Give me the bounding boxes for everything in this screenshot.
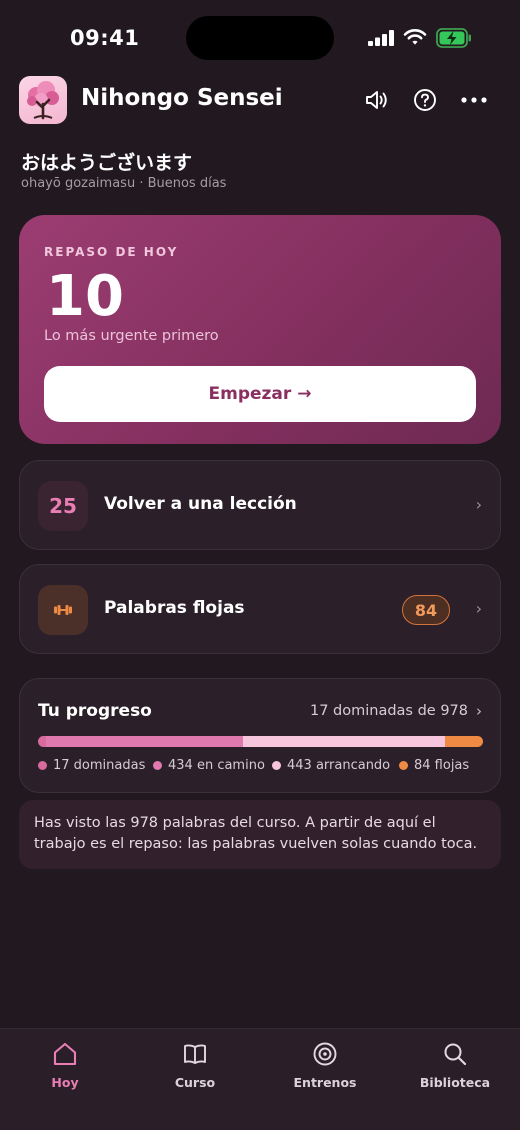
legend-mastered: 17 dominadas xyxy=(38,758,145,773)
help-icon xyxy=(414,89,436,111)
speaker-icon xyxy=(366,91,387,109)
dynamic-island xyxy=(186,16,334,60)
greeting-reading: ohayō gozaimasu · Buenos días xyxy=(21,176,227,191)
app-title: Nihongo Sensei xyxy=(81,85,283,111)
course-complete-note: Has visto las 978 palabras del curso. A … xyxy=(19,800,501,869)
progress-segment-starting xyxy=(243,736,445,747)
more-dots-icon xyxy=(461,97,487,103)
legend-in-progress: 434 en camino xyxy=(153,758,265,773)
legend-weak: 84 flojas xyxy=(399,758,469,773)
status-bar: 09:41 xyxy=(0,0,520,76)
progress-bar xyxy=(38,736,483,747)
chevron-right-icon: › xyxy=(475,599,482,618)
tab-curso[interactable]: Curso xyxy=(140,1041,250,1097)
tab-entrenos[interactable]: Entrenos xyxy=(270,1041,380,1097)
cherry-blossom-tree-icon xyxy=(27,81,59,120)
start-review-button[interactable]: Empezar → xyxy=(44,366,476,422)
greeting-japanese: おはようございます xyxy=(21,152,193,174)
book-icon xyxy=(184,1044,206,1064)
progress-segment-weak xyxy=(444,736,483,747)
legend-dot xyxy=(399,761,408,770)
legend-label: 434 en camino xyxy=(168,758,265,773)
chevron-right-icon: › xyxy=(476,702,482,720)
legend-starting: 443 arrancando xyxy=(272,758,390,773)
wifi-icon xyxy=(403,29,427,45)
legend-label: 443 arrancando xyxy=(287,758,391,773)
progress-title: Tu progreso xyxy=(38,701,152,721)
tab-label: Curso xyxy=(174,1075,216,1090)
review-subtitle: Lo más urgente primero xyxy=(44,328,219,344)
review-count: 10 xyxy=(46,264,124,329)
more-button[interactable] xyxy=(460,86,488,114)
review-card: REPASO DE HOY 10 Lo más urgente primero … xyxy=(19,215,501,444)
tab-bar: Hoy Curso Entrenos Biblioteca xyxy=(0,1028,520,1130)
tab-label: Entrenos xyxy=(293,1075,357,1090)
tab-label: Biblioteca xyxy=(419,1075,491,1090)
legend-dot xyxy=(272,761,281,770)
sound-button[interactable] xyxy=(363,86,391,114)
tab-hoy[interactable]: Hoy xyxy=(10,1041,120,1097)
signal-icon xyxy=(368,30,394,46)
dumbbell-icon xyxy=(38,585,88,635)
chevron-right-icon: › xyxy=(475,495,482,514)
progress-card[interactable]: Tu progreso 17 dominadas de 978 › 17 dom… xyxy=(19,678,501,793)
status-time: 09:41 xyxy=(70,26,140,50)
legend-dot xyxy=(153,761,162,770)
app-logo xyxy=(19,76,67,124)
search-icon xyxy=(444,1043,467,1066)
battery-charging-icon xyxy=(436,28,471,48)
target-icon xyxy=(313,1042,337,1066)
help-button[interactable] xyxy=(411,86,439,114)
legend-label: 17 dominadas xyxy=(53,758,146,773)
tab-label: Hoy xyxy=(51,1075,79,1090)
lesson-number-tile: 25 xyxy=(38,481,88,531)
return-to-lesson-card[interactable]: 25 Volver a una lección › xyxy=(19,460,501,550)
home-icon xyxy=(53,1042,77,1066)
progress-segment-mastered xyxy=(38,736,46,747)
legend-dot xyxy=(38,761,47,770)
lesson-card-label: Volver a una lección xyxy=(104,494,297,514)
weak-words-count-badge: 84 xyxy=(402,595,450,625)
weak-words-label: Palabras flojas xyxy=(104,598,245,618)
weak-words-card[interactable]: Palabras flojas 84 › xyxy=(19,564,501,654)
tab-biblioteca[interactable]: Biblioteca xyxy=(400,1041,510,1097)
progress-summary: 17 dominadas de 978 xyxy=(309,703,468,719)
review-kicker: REPASO DE HOY xyxy=(44,245,179,259)
progress-legend: 17 dominadas 434 en camino 443 arrancand… xyxy=(38,758,488,776)
progress-segment-in-progress xyxy=(45,736,244,747)
legend-label: 84 flojas xyxy=(414,758,470,773)
app-header: Nihongo Sensei xyxy=(0,74,520,126)
